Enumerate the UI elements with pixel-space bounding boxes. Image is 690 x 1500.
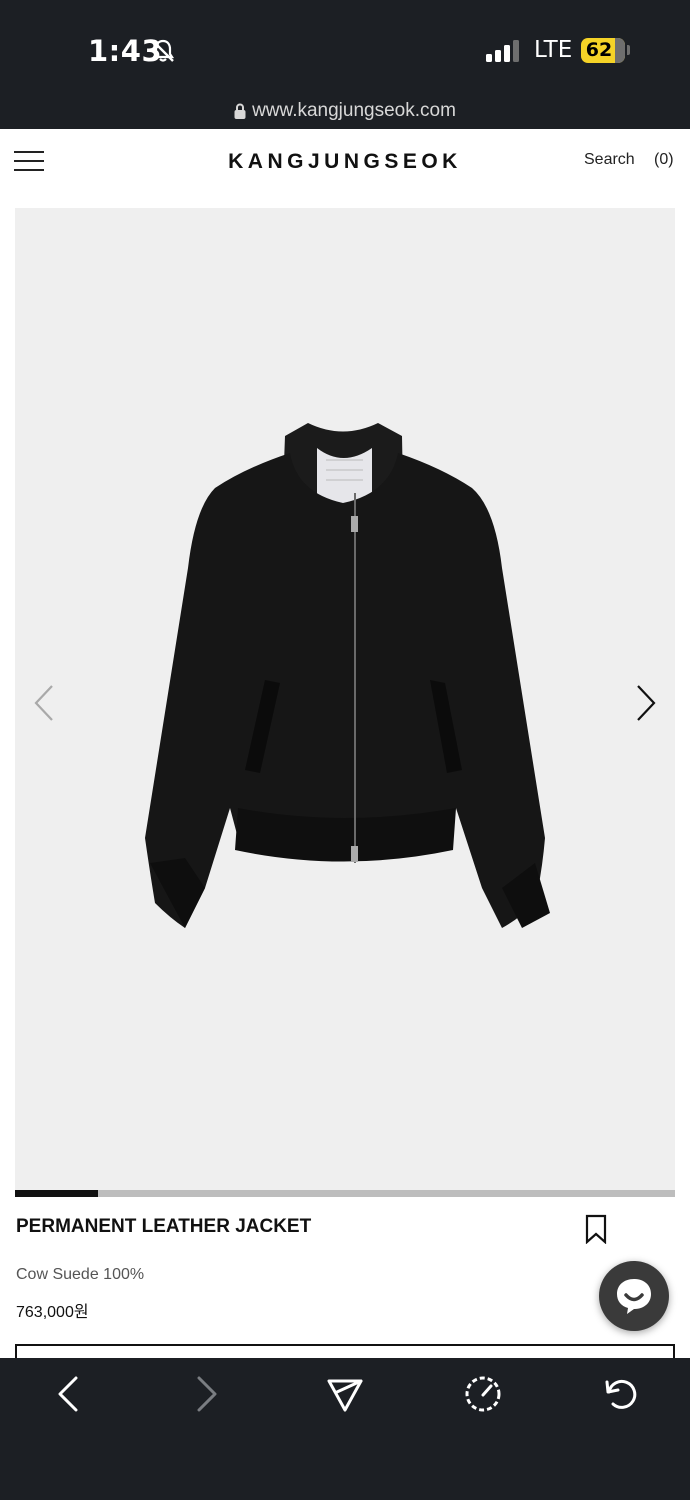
bookmark-icon[interactable]: [585, 1214, 607, 1244]
battery-indicator: 62: [581, 38, 625, 63]
speed-icon[interactable]: [463, 1374, 503, 1414]
bell-muted-icon: [151, 39, 175, 62]
product-title: PERMANENT LEATHER JACKET: [16, 1216, 312, 1237]
site-header: KANGJUNGSEOK Search (0): [0, 129, 690, 193]
search-link[interactable]: Search: [584, 151, 635, 169]
cart-link[interactable]: (0): [654, 151, 674, 169]
battery-nub: [627, 45, 630, 55]
browser-toolbar: [0, 1358, 690, 1500]
lock-icon: [234, 103, 246, 119]
carousel-progress-fill: [15, 1190, 98, 1197]
purchase-options-box[interactable]: [15, 1344, 675, 1358]
battery-empty-portion: [615, 38, 625, 63]
chat-button[interactable]: [599, 1261, 669, 1331]
product-material: Cow Suede 100%: [16, 1266, 145, 1283]
share-icon[interactable]: [325, 1374, 365, 1414]
status-bar: 1:43 LTE 62: [0, 0, 690, 100]
product-image-carousel[interactable]: [15, 208, 675, 1190]
url-text: www.kangjungseok.com: [252, 100, 456, 121]
battery-level: 62: [585, 39, 613, 61]
network-label: LTE: [534, 37, 573, 63]
chevron-left-icon[interactable]: [33, 683, 55, 723]
url-bar[interactable]: www.kangjungseok.com: [0, 94, 690, 128]
signal-icon: [486, 40, 519, 62]
product-price: 763,000원: [16, 1304, 89, 1321]
web-page: KANGJUNGSEOK Search (0) PERMANENT LEATHE…: [0, 129, 690, 1358]
chat-icon: [617, 1279, 651, 1314]
forward-icon[interactable]: [187, 1374, 227, 1414]
reload-icon[interactable]: [601, 1374, 641, 1414]
chevron-right-icon[interactable]: [635, 683, 657, 723]
back-icon[interactable]: [48, 1374, 88, 1414]
carousel-progress-track: [15, 1190, 675, 1197]
product-photo-jacket: [145, 423, 550, 928]
